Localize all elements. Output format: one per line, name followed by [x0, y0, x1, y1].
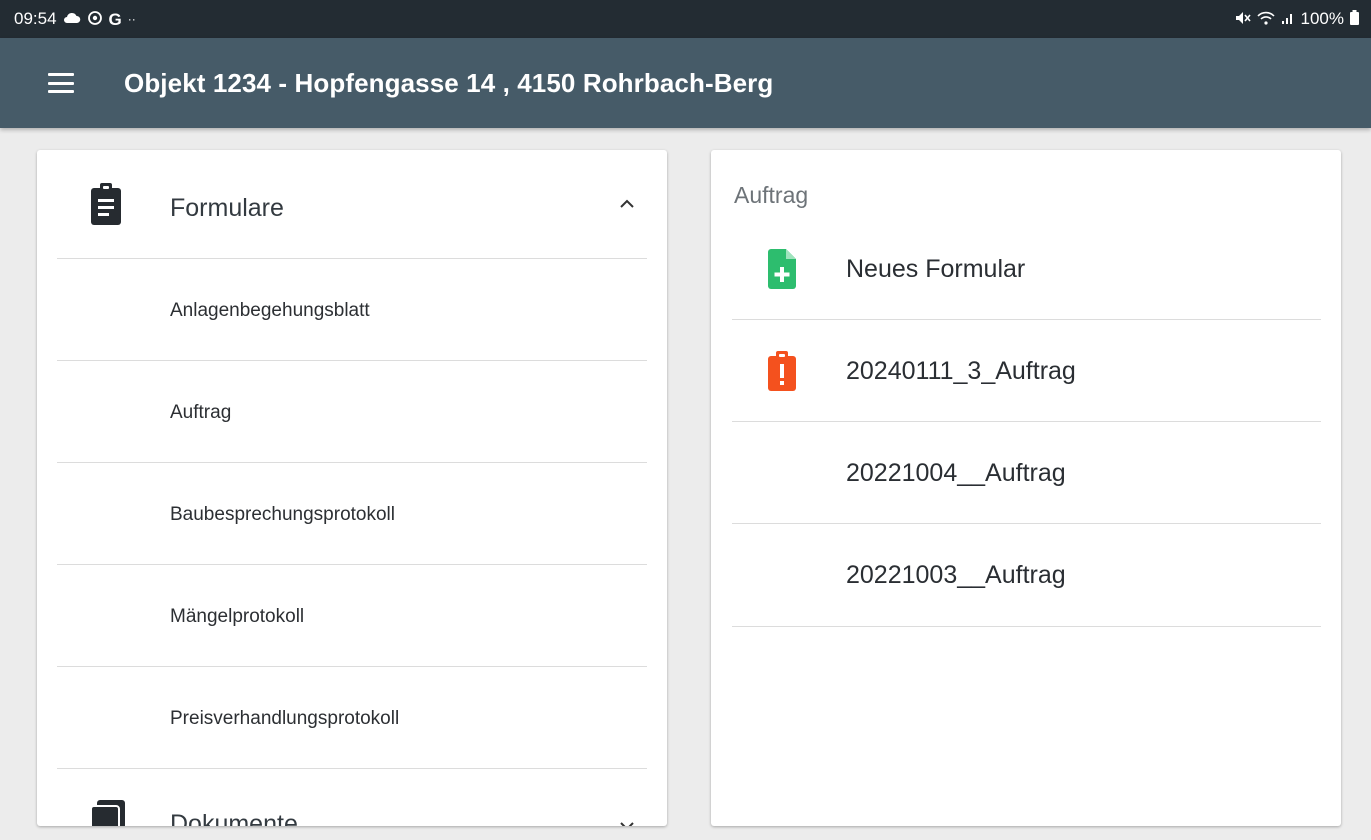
wifi-icon [1256, 11, 1275, 28]
menu-icon[interactable] [48, 73, 74, 93]
form-item-preisverhandlungsprotokoll[interactable]: Preisverhandlungsprotokoll [57, 667, 647, 768]
form-entry[interactable]: 20221003__Auftrag [732, 525, 1321, 626]
sync-icon [87, 10, 103, 29]
google-icon: G [108, 9, 122, 29]
alert-clipboard-icon [768, 351, 796, 391]
new-document-icon [768, 249, 796, 289]
form-item-label: Preisverhandlungsprotokoll [170, 708, 400, 729]
form-entry-label: Neues Formular [846, 255, 1026, 283]
form-item-label: Anlagenbegehungsblatt [170, 300, 370, 321]
status-time: 09:54 [14, 9, 57, 28]
documents-icon [91, 800, 125, 826]
forms-panel: Formulare Anlagenbegehungsblatt Auftrag … [37, 150, 667, 826]
form-entry-label: 20221003__Auftrag [846, 561, 1066, 589]
status-left: 09:54 G ·· [14, 9, 136, 29]
app-bar: Objekt 1234 - Hopfengasse 14 , 4150 Rohr… [0, 38, 1371, 128]
form-entry-label: 20221004__Auftrag [846, 459, 1066, 487]
form-entry[interactable]: 20221004__Auftrag [732, 423, 1321, 524]
auftrag-panel: Auftrag Neues Formular 20240111_3_Auftra… [711, 150, 1341, 826]
panel-title: Auftrag [734, 182, 809, 208]
page-title: Objekt 1234 - Hopfengasse 14 , 4150 Rohr… [124, 67, 774, 98]
form-item-anlagenbegehungsblatt[interactable]: Anlagenbegehungsblatt [57, 259, 647, 360]
mute-icon [1235, 11, 1251, 28]
section-label: Dokumente [170, 810, 298, 826]
battery-icon [1350, 10, 1359, 28]
form-item-auftrag[interactable]: Auftrag [57, 361, 647, 462]
cloud-icon [63, 12, 81, 27]
chevron-up-icon[interactable] [619, 198, 635, 210]
form-item-label: Baubesprechungsprotokoll [170, 504, 395, 525]
status-right: 100% [1235, 9, 1359, 29]
form-item-label: Mängelprotokoll [170, 606, 305, 627]
chevron-down-icon[interactable] [619, 820, 635, 826]
form-item-label: Auftrag [170, 402, 232, 423]
divider [732, 523, 1321, 524]
section-header-formulare[interactable]: Formulare [37, 150, 667, 258]
more-notifications-icon: ·· [127, 12, 136, 26]
section-label: Formulare [170, 194, 284, 222]
form-item-baubesprechungsprotokoll[interactable]: Baubesprechungsprotokoll [57, 463, 647, 564]
form-entry[interactable]: 20240111_3_Auftrag [732, 321, 1321, 422]
form-entry-label: 20240111_3_Auftrag [846, 357, 1076, 385]
clipboard-icon [91, 183, 121, 225]
divider [57, 768, 647, 769]
divider [732, 626, 1321, 627]
app-screen: 09:54 G ·· 100% Objekt 1234 - Hopfengass… [0, 0, 1371, 840]
signal-icon [1281, 11, 1295, 28]
status-bar: 09:54 G ·· 100% [0, 0, 1371, 38]
section-header-dokumente[interactable]: Dokumente [37, 770, 667, 826]
divider [732, 319, 1321, 320]
battery-percent: 100% [1300, 9, 1344, 28]
form-item-maengelprotokoll[interactable]: Mängelprotokoll [57, 565, 647, 666]
divider [732, 421, 1321, 422]
new-form-item[interactable]: Neues Formular [732, 219, 1321, 320]
